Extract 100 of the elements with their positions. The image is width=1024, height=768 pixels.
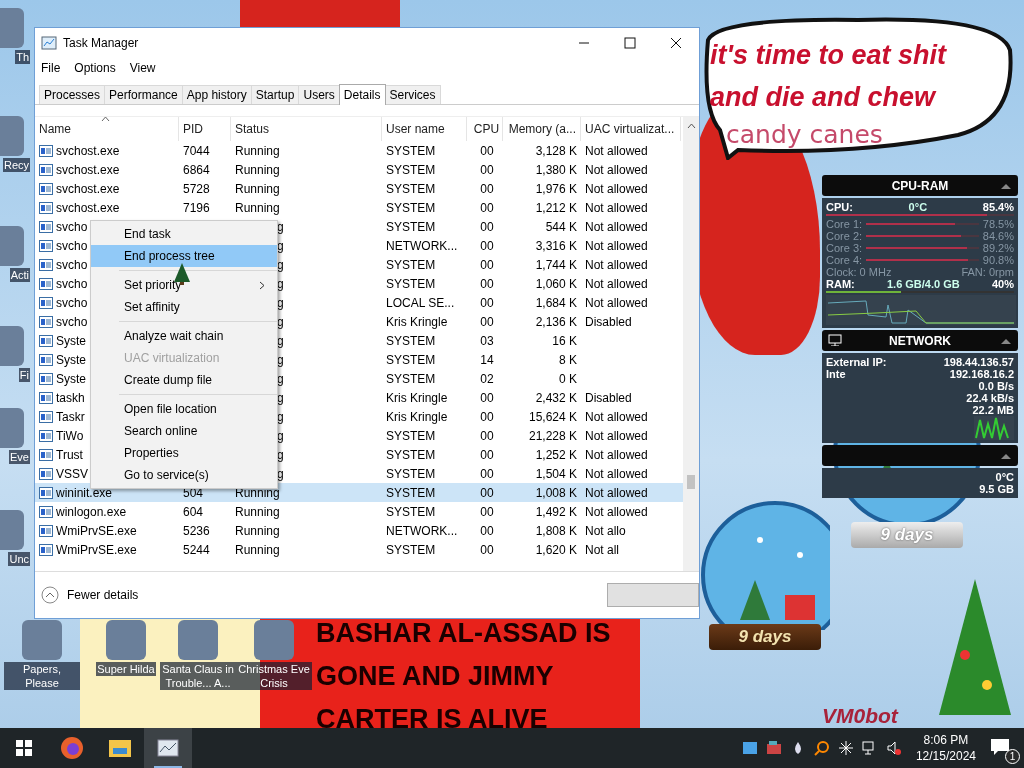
task-manager-taskbar-icon[interactable] — [144, 728, 192, 768]
desktop-icon-label[interactable]: Super Hilda — [96, 662, 156, 676]
table-cell: Disabled — [585, 314, 632, 329]
scrollbar-thumb[interactable] — [687, 475, 695, 489]
gadget-label: CPU: — [826, 201, 853, 213]
table-cell: 7196 — [183, 200, 210, 215]
menu-item[interactable]: Set priority — [91, 274, 277, 296]
desktop-icon-label[interactable]: Recy — [2, 158, 30, 172]
table-cell: taskh — [56, 390, 85, 405]
table-cell: SYSTEM — [386, 143, 436, 158]
table-cell: 00 — [480, 466, 494, 481]
column-header[interactable]: Status — [231, 117, 382, 141]
table-cell: Not allowed — [585, 219, 648, 234]
menu-item[interactable]: View — [129, 61, 156, 75]
table-cell: SYSTEM — [386, 352, 436, 367]
desktop-icon-label[interactable]: Eve — [9, 450, 30, 464]
gadget-value: 85.4% — [982, 201, 1014, 213]
tab[interactable]: Services — [384, 85, 441, 104]
clock-date[interactable]: 12/15/2024 — [915, 748, 976, 764]
tab[interactable]: Performance — [104, 85, 183, 104]
process-icon — [39, 220, 53, 233]
tab[interactable]: Users — [298, 85, 340, 104]
desktop-icon-label[interactable]: Unc — [8, 552, 30, 566]
desktop-icon-label[interactable]: Acti — [9, 268, 30, 282]
desktop-icon-label[interactable]: Papers, Please — [4, 662, 80, 690]
column-header[interactable]: CPU — [467, 117, 503, 141]
menu-item[interactable]: Open file location — [91, 398, 277, 420]
table-cell: 1,744 K — [535, 257, 577, 272]
tab[interactable]: App history — [181, 85, 252, 104]
table-cell: 00 — [480, 409, 494, 424]
menu-item[interactable]: Analyze wait chain — [91, 325, 277, 347]
table-cell: 6864 — [183, 162, 210, 177]
gadget-label: RAM: — [826, 278, 855, 290]
table-cell: 1,252 K — [535, 447, 577, 462]
table-cell: Not allowed — [585, 295, 648, 310]
app-tray-icon[interactable] — [741, 740, 758, 756]
column-header[interactable]: UAC virtualizat... — [581, 117, 681, 141]
table-cell: 1,212 K — [535, 200, 577, 215]
gadget-label: Core 1: — [826, 218, 863, 230]
notifications-icon[interactable] — [990, 738, 1010, 756]
fewer-details-button[interactable]: Fewer details — [41, 586, 139, 604]
process-icon — [39, 144, 53, 157]
menu-item[interactable]: Search online — [91, 420, 277, 442]
table-cell: g — [277, 314, 284, 329]
collapse-icon[interactable] — [1000, 182, 1012, 190]
table-cell: g — [277, 276, 284, 291]
column-header[interactable]: User name — [382, 117, 467, 141]
asterisk-icon[interactable] — [837, 740, 854, 756]
table-cell: SYSTEM — [386, 162, 436, 177]
table-cell: 8 K — [559, 352, 577, 367]
table-cell: Not allowed — [585, 143, 648, 158]
table-cell: 00 — [480, 200, 494, 215]
process-icon — [39, 372, 53, 385]
chevron-up-icon — [41, 586, 59, 604]
app-tray-icon[interactable] — [765, 740, 782, 756]
desktop-icon-label[interactable]: Christmas Eve Crisis — [236, 662, 312, 690]
menu-item[interactable]: Create dump file — [91, 369, 277, 391]
vertical-scrollbar[interactable] — [683, 117, 699, 571]
menu-item[interactable]: Options — [74, 61, 116, 75]
tab[interactable]: Details — [338, 84, 386, 105]
table-cell: Trust — [56, 447, 83, 462]
table-cell: TiWo — [56, 428, 84, 443]
menu-item[interactable]: Set affinity — [91, 296, 277, 318]
desktop-icon-label[interactable]: Fi — [18, 368, 30, 382]
process-icon — [39, 201, 53, 214]
tab[interactable]: Startup — [250, 85, 300, 104]
tab[interactable]: Processes — [39, 85, 106, 104]
desktop-icon-label[interactable]: Th — [15, 50, 30, 64]
magnifier-icon[interactable] — [813, 740, 830, 756]
collapse-icon[interactable] — [1000, 452, 1012, 460]
table-cell: Kris Kringle — [386, 314, 448, 329]
menu-item[interactable]: End process tree — [91, 245, 277, 267]
menu-item[interactable]: End task — [91, 223, 277, 245]
table-cell: Not all — [585, 542, 619, 557]
table-cell: SYSTEM — [386, 428, 436, 443]
table-cell: g — [277, 333, 284, 348]
table-cell: Not allowed — [585, 466, 648, 481]
column-header[interactable]: Name — [35, 117, 179, 141]
column-header[interactable]: Memory (a... — [503, 117, 581, 141]
process-icon — [39, 391, 53, 404]
globe-base-plaque: 9 days — [708, 624, 822, 650]
clock-time[interactable]: 8:06 PM — [923, 732, 969, 748]
table-cell: Running — [235, 523, 280, 538]
gadget-label: Inte — [826, 368, 846, 380]
desktop-icon-label[interactable]: Santa Claus in Trouble... A... — [160, 662, 236, 690]
gadget-value: 90.8% — [982, 254, 1014, 266]
column-header[interactable]: PID — [179, 117, 231, 141]
table-cell: 00 — [480, 257, 494, 272]
menu-item[interactable]: Properties — [91, 442, 277, 464]
menu-item[interactable]: File — [41, 61, 61, 75]
table-cell: g — [277, 466, 284, 481]
table-cell: 00 — [480, 162, 494, 177]
gadget-value: 0°C — [907, 201, 929, 213]
collapse-icon[interactable] — [1000, 337, 1012, 345]
gadget-value: 198.44.136.57 — [943, 356, 1014, 368]
volume-muted-icon[interactable] — [885, 740, 902, 756]
menu-item[interactable]: Go to service(s) — [91, 464, 277, 486]
table-cell: Kris Kringle — [386, 390, 448, 405]
process-icon — [39, 505, 53, 518]
process-icon — [39, 239, 53, 252]
